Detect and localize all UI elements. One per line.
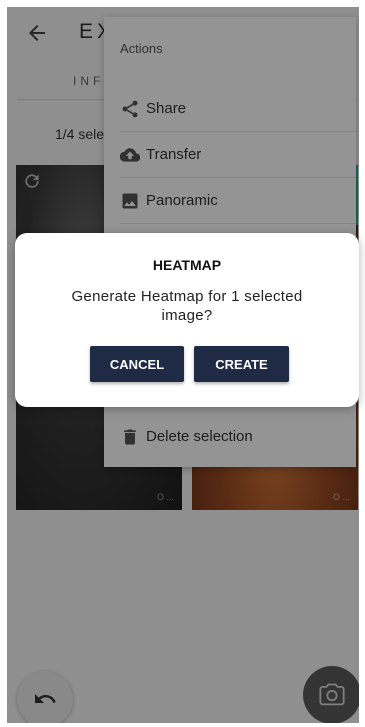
dialog-message: Generate Heatmap for 1 selected image? — [71, 288, 303, 324]
cancel-button[interactable]: CANCEL — [90, 346, 184, 382]
dialog-title: HEATMAP — [152, 257, 222, 273]
create-button[interactable]: CREATE — [194, 346, 289, 382]
heatmap-dialog: HEATMAP Generate Heatmap for 1 selected … — [15, 233, 359, 407]
